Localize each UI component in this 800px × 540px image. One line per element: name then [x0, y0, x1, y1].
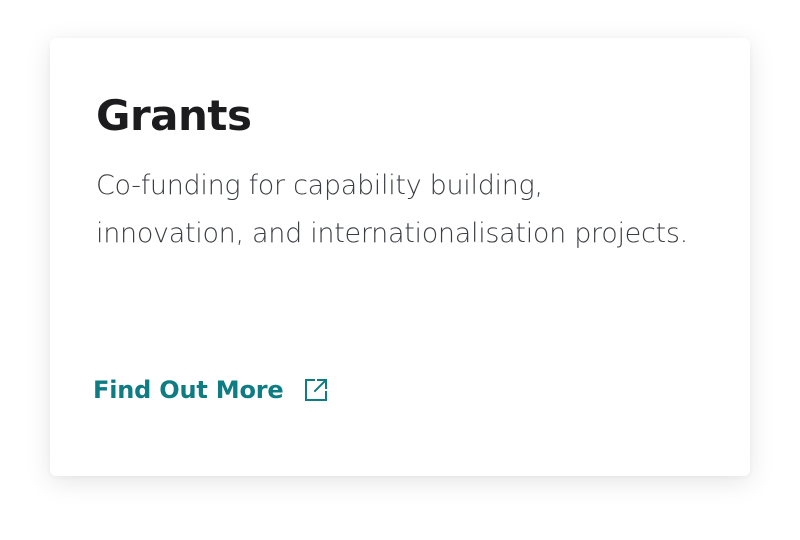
- card-title: Grants: [96, 91, 252, 140]
- grants-card: Grants Co-funding for capability buildin…: [50, 38, 750, 476]
- external-link-icon: [303, 377, 329, 403]
- card-description: Co-funding for capability building, inno…: [96, 170, 688, 249]
- find-out-more-label: Find Out More: [93, 376, 284, 404]
- page: Grants Co-funding for capability buildin…: [0, 0, 800, 540]
- find-out-more-link[interactable]: Find Out More: [93, 372, 329, 408]
